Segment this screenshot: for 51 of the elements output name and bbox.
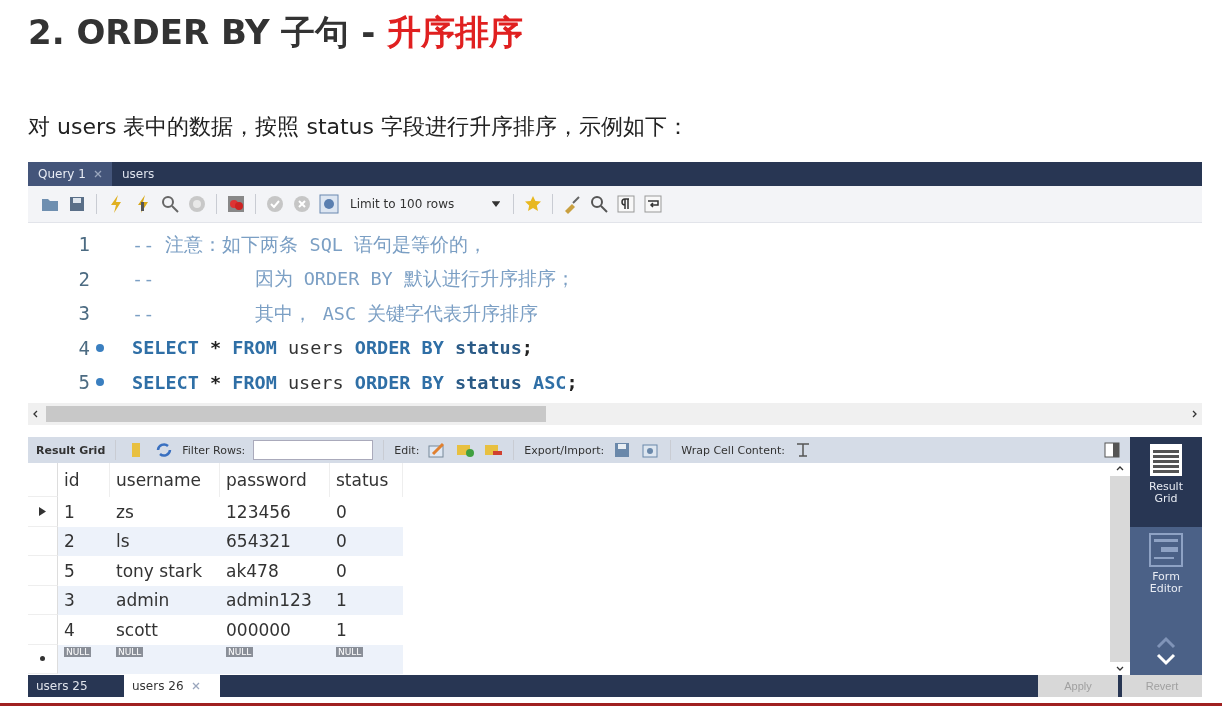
new-row-icon: [40, 656, 45, 662]
table-cell: admin: [110, 585, 220, 615]
search-icon[interactable]: [589, 194, 609, 214]
code-line: -- 注意：如下两条 SQL 语句是等价的，: [132, 232, 488, 257]
line-number: 3: [77, 302, 90, 325]
vertical-scrollbar[interactable]: [1110, 463, 1130, 675]
result-grid-label: Result Grid: [36, 443, 106, 457]
code-line: -- 因为 ORDER BY 默认进行升序排序；: [132, 267, 575, 292]
caret-icon: [492, 200, 500, 208]
panel-toggle-icon[interactable]: [1102, 440, 1122, 460]
table-cell: ls: [110, 526, 220, 556]
wrap-icon[interactable]: [643, 194, 663, 214]
line-number: 1: [77, 233, 90, 256]
close-icon[interactable]: [93, 170, 102, 178]
null-tag: NULL: [116, 647, 144, 658]
form-icon: [1149, 533, 1183, 567]
line-number: 2: [77, 267, 90, 290]
slide-title: 2. ORDER BY 子句 - 升序排序: [28, 11, 525, 54]
auto-commit-icon[interactable]: [319, 194, 339, 214]
table-cell: 3: [58, 585, 110, 615]
pilcrow-icon[interactable]: [616, 194, 636, 214]
cancel-icon[interactable]: [292, 194, 312, 214]
null-tag: NULL: [336, 647, 364, 658]
edit-label: Edit:: [394, 443, 420, 457]
side-panel-button[interactable]: Result Grid: [1130, 437, 1202, 527]
query-tab[interactable]: users: [111, 162, 165, 186]
table-cell: 0: [330, 526, 403, 556]
code-line: SELECT * FROM users ORDER BY status;: [132, 337, 533, 359]
table-cell: 2: [58, 526, 110, 556]
query-tab[interactable]: Query 1: [28, 162, 112, 186]
line-number: 4: [77, 336, 90, 359]
table-cell: 654321: [220, 526, 330, 556]
null-tag: NULL: [64, 647, 92, 658]
save-icon[interactable]: [67, 194, 87, 214]
star-icon[interactable]: [523, 194, 543, 214]
result-tab[interactable]: users 26: [124, 675, 220, 697]
table-cell: admin123: [220, 585, 330, 615]
code-line: SELECT * FROM users ORDER BY status ASC;: [132, 371, 578, 393]
close-icon[interactable]: [191, 682, 200, 690]
side-panel-button[interactable]: Form Editor: [1130, 527, 1202, 617]
code-line: -- 其中， ASC 关键字代表升序排序: [132, 301, 539, 326]
filter-field[interactable]: [253, 440, 374, 460]
filter-label: Filter Rows:: [182, 443, 246, 457]
line-number: 5: [77, 371, 90, 394]
horizontal-scrollbar[interactable]: [28, 403, 1202, 425]
table-cell: 1: [330, 585, 403, 615]
export-import-label: Export/Import:: [524, 443, 605, 457]
intro-text: 对 users 表中的数据，按照 status 字段进行升序排序，示例如下：: [28, 113, 691, 141]
check-icon[interactable]: [265, 194, 285, 214]
wrap-cell-label: Wrap Cell Content:: [681, 443, 785, 457]
null-tag: NULL: [226, 647, 254, 658]
